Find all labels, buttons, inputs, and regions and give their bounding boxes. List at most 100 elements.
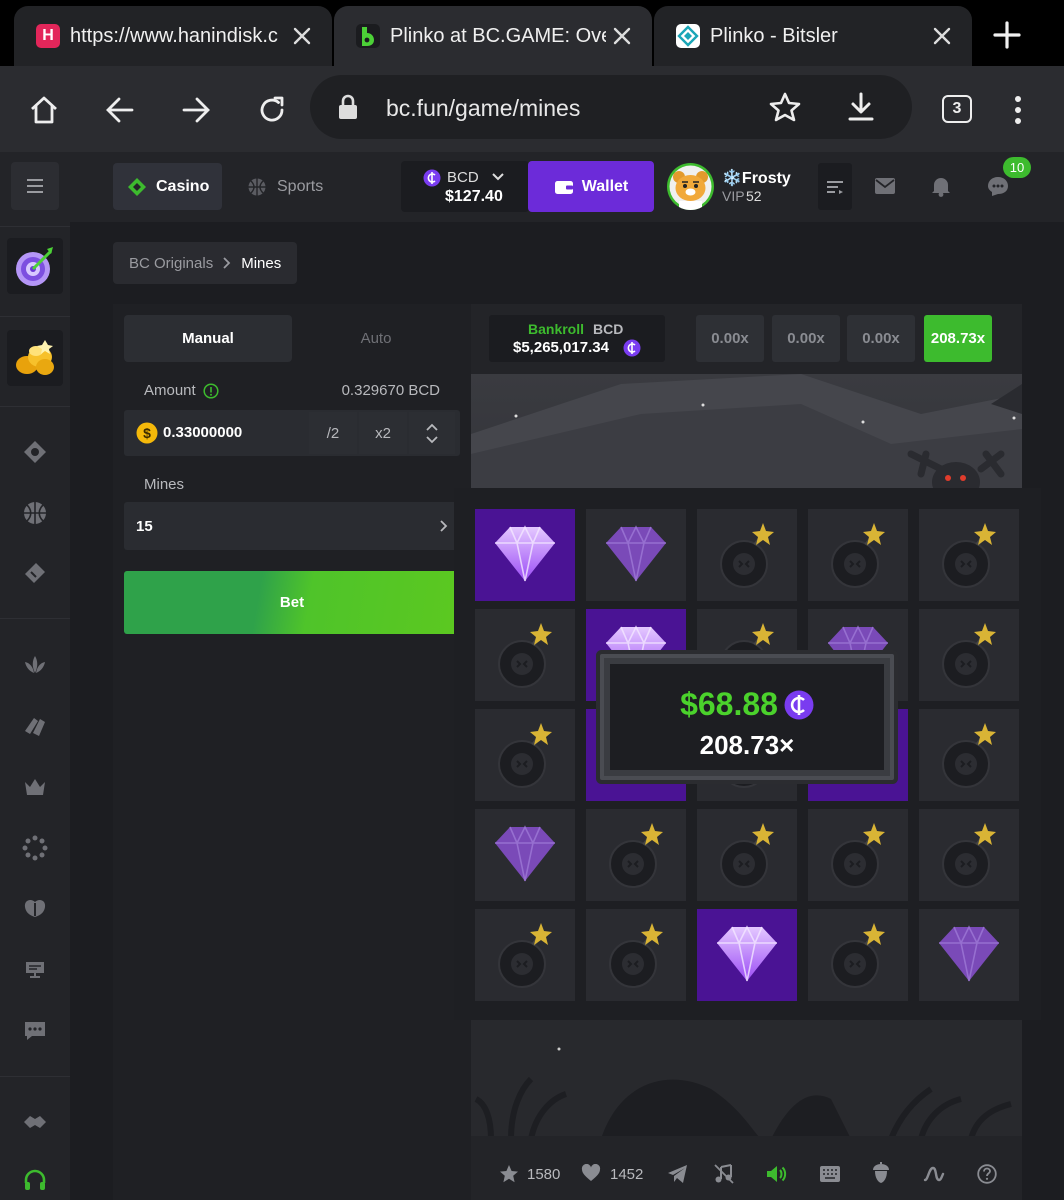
mine-tile-bomb[interactable] <box>808 909 908 1001</box>
sound-speaker-icon[interactable] <box>765 1164 787 1184</box>
bet-slip-button[interactable] <box>818 163 852 210</box>
spinner-ring-icon[interactable] <box>22 835 48 861</box>
double-amount-button[interactable]: x2 <box>359 412 407 454</box>
mine-tile-bomb[interactable] <box>808 809 908 901</box>
mine-tile-bomb[interactable] <box>808 509 908 601</box>
info-icon[interactable] <box>203 383 219 399</box>
back-arrow-icon[interactable] <box>98 88 142 132</box>
favorite-star-icon[interactable] <box>499 1164 519 1184</box>
mine-tile-bomb[interactable] <box>919 709 1019 801</box>
close-tab-icon[interactable] <box>610 24 634 48</box>
mines-value: 15 <box>136 518 153 535</box>
mine-tile-gem[interactable] <box>697 909 797 1001</box>
bomb-icon <box>942 523 996 588</box>
community-icon[interactable] <box>22 896 48 922</box>
amount-converted: 0.329670 BCD <box>341 382 440 399</box>
bet-button[interactable]: Bet <box>124 571 460 634</box>
chat-icon[interactable] <box>986 175 1010 197</box>
mine-tile-bomb[interactable] <box>475 909 575 1001</box>
bcd-coin-icon <box>784 690 814 719</box>
reload-icon[interactable] <box>250 88 294 132</box>
leaderboard-icon[interactable] <box>22 957 48 983</box>
help-question-icon[interactable] <box>977 1164 997 1184</box>
mine-tile-bomb[interactable] <box>919 509 1019 601</box>
vip-label: VIP <box>722 188 745 204</box>
browser-tab-hanindisk[interactable]: H https://www.hanindisk.c <box>14 6 332 66</box>
breadcrumb-parent[interactable]: BC Originals <box>129 255 213 272</box>
mines-select[interactable]: 15 <box>124 502 460 550</box>
bcd-coin-icon <box>623 339 641 357</box>
tab-title: https://www.hanindisk.c <box>70 24 278 47</box>
hotkeys-keyboard-icon[interactable] <box>819 1165 841 1183</box>
bookmark-star-icon[interactable] <box>768 91 802 123</box>
fairness-acorn-icon[interactable] <box>871 1162 891 1184</box>
mine-tile-bomb[interactable] <box>475 609 575 701</box>
mine-tile-gem[interactable] <box>475 509 575 601</box>
amount-label: Amount <box>144 382 196 399</box>
mine-tile-gem[interactable] <box>586 509 686 601</box>
night-mountain-illustration <box>471 374 1022 492</box>
address-bar[interactable]: bc.fun/game/mines <box>310 75 912 139</box>
bear-avatar-icon <box>669 165 712 210</box>
download-icon[interactable] <box>846 91 876 123</box>
home-icon[interactable] <box>22 88 66 132</box>
browser-tab-plinko-bcgame[interactable]: Plinko at BC.GAME: Ove <box>334 6 652 66</box>
tab-switcher-button[interactable]: 3 <box>942 95 972 123</box>
amount-stepper[interactable] <box>409 412 455 454</box>
browser-tab-plinko-bitsler[interactable]: Plinko - Bitsler <box>654 6 972 66</box>
mine-tile-bomb[interactable] <box>697 809 797 901</box>
casino-tab[interactable]: Casino <box>113 163 222 210</box>
menu-toggle[interactable] <box>11 162 59 210</box>
mine-tile-bomb[interactable] <box>919 609 1019 701</box>
lottery-ticket-icon[interactable] <box>22 560 48 586</box>
partnership-icon[interactable] <box>22 1110 48 1136</box>
wallet-label: Wallet <box>581 177 629 195</box>
mine-tile-bomb[interactable] <box>586 809 686 901</box>
mines-label: Mines <box>144 476 185 493</box>
close-tab-icon[interactable] <box>930 24 954 48</box>
sidebar-originals[interactable] <box>7 238 63 294</box>
basketball-icon[interactable] <box>22 500 48 526</box>
notification-bell-icon[interactable] <box>930 175 952 197</box>
bomb-icon <box>831 823 885 888</box>
mine-tile-bomb[interactable] <box>919 809 1019 901</box>
sports-tab[interactable]: Sports <box>233 163 333 210</box>
casino-chip-icon[interactable] <box>22 439 48 465</box>
live-stats-chart-icon[interactable] <box>923 1164 945 1184</box>
more-menu-icon[interactable] <box>996 88 1040 132</box>
tickets-icon[interactable] <box>22 713 48 739</box>
half-amount-button[interactable]: /2 <box>309 412 357 454</box>
share-telegram-icon[interactable] <box>667 1164 689 1184</box>
forward-arrow-icon[interactable] <box>174 88 218 132</box>
avatar[interactable] <box>667 163 714 210</box>
mine-tile-bomb[interactable] <box>475 709 575 801</box>
headset-support-icon[interactable] <box>22 1168 48 1194</box>
crown-icon[interactable] <box>22 774 48 800</box>
wallet-button[interactable]: Wallet <box>528 161 654 212</box>
chat-bubble-icon[interactable] <box>22 1018 48 1044</box>
tab-auto[interactable]: Auto <box>292 315 460 362</box>
sidebar-promotions[interactable] <box>7 330 63 386</box>
username[interactable]: ❄️Frosty <box>722 168 791 188</box>
mine-tile-gem[interactable] <box>919 909 1019 1001</box>
mail-icon[interactable] <box>874 177 896 195</box>
lotus-icon[interactable] <box>22 652 48 678</box>
close-tab-icon[interactable] <box>290 24 314 48</box>
chevron-up-icon[interactable] <box>426 423 438 431</box>
bomb-icon <box>831 523 885 588</box>
mine-tile-bomb[interactable] <box>697 509 797 601</box>
bomb-icon <box>609 923 663 988</box>
mine-tile-gem[interactable] <box>475 809 575 901</box>
chevron-down-icon[interactable] <box>426 435 438 444</box>
win-multiplier: 208.73× <box>699 730 795 760</box>
new-tab-plus-icon[interactable] <box>990 18 1024 52</box>
currency-selector[interactable]: BCD $127.40 <box>401 161 529 212</box>
plants-silhouette-illustration <box>474 1047 1012 1139</box>
bomb-icon <box>831 923 885 988</box>
like-heart-icon[interactable] <box>581 1164 601 1182</box>
site-header: Casino Sports BCD $127.40 Wallet ❄️Frost… <box>70 152 1064 222</box>
music-icon[interactable] <box>713 1163 735 1185</box>
tab-manual[interactable]: Manual <box>124 315 292 362</box>
bankroll-currency: BCD <box>593 321 624 337</box>
mine-tile-bomb[interactable] <box>586 909 686 1001</box>
